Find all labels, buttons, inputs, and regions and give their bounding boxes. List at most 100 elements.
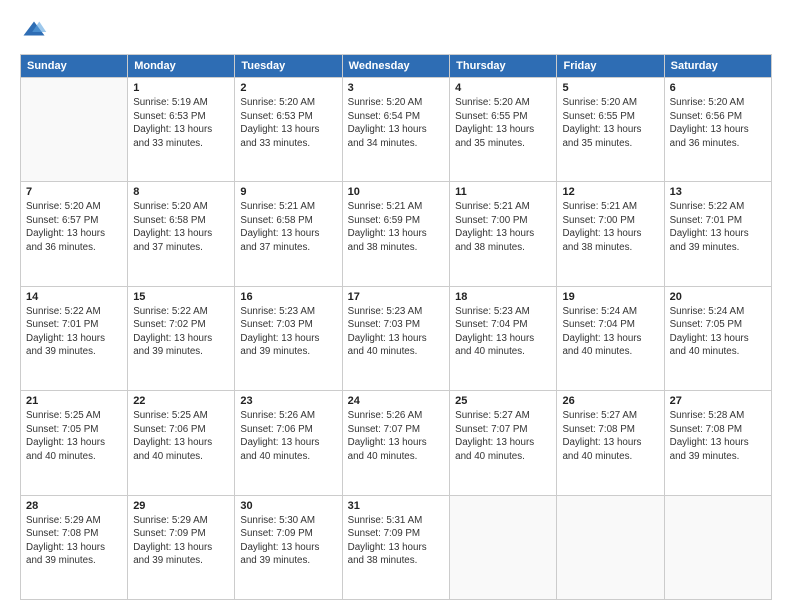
day-number: 14 xyxy=(26,291,122,303)
page: SundayMondayTuesdayWednesdayThursdayFrid… xyxy=(0,0,792,612)
day-info: Sunrise: 5:29 AMSunset: 7:08 PMDaylight:… xyxy=(26,514,122,568)
day-number: 23 xyxy=(240,395,336,407)
day-info: Sunrise: 5:23 AMSunset: 7:03 PMDaylight:… xyxy=(348,305,445,359)
calendar-week-5: 28Sunrise: 5:29 AMSunset: 7:08 PMDayligh… xyxy=(21,495,772,599)
day-number: 9 xyxy=(240,186,336,198)
day-number: 11 xyxy=(455,186,551,198)
day-info: Sunrise: 5:24 AMSunset: 7:04 PMDaylight:… xyxy=(562,305,658,359)
calendar-cell: 19 Sunrise: 5:24 AMSunset: 7:04 PMDayligh… xyxy=(557,286,664,390)
day-number: 4 xyxy=(455,82,551,94)
calendar-cell xyxy=(21,78,128,182)
calendar-cell: 27Sunrise: 5:28 AMSunset: 7:08 PMDayligh… xyxy=(664,391,771,495)
calendar-week-2: 7 Sunrise: 5:20 AMSunset: 6:57 PMDaylight… xyxy=(21,182,772,286)
day-number: 21 xyxy=(26,395,122,407)
calendar-cell: 22 Sunrise: 5:25 AMSunset: 7:06 PMDayligh… xyxy=(128,391,235,495)
day-number: 30 xyxy=(240,500,336,512)
day-number: 12 xyxy=(562,186,658,198)
day-info: Sunrise: 5:20 AMSunset: 6:56 PMDaylight:… xyxy=(670,96,766,150)
calendar-cell: 31 Sunrise: 5:31 AMSunset: 7:09 PMDayligh… xyxy=(342,495,450,599)
calendar-cell: 3 Sunrise: 5:20 AMSunset: 6:54 PMDaylight… xyxy=(342,78,450,182)
calendar-cell: 29 Sunrise: 5:29 AMSunset: 7:09 PMDayligh… xyxy=(128,495,235,599)
day-number: 8 xyxy=(133,186,229,198)
day-info: Sunrise: 5:25 AMSunset: 7:06 PMDaylight:… xyxy=(133,409,229,463)
calendar-cell: 16Sunrise: 5:23 AMSunset: 7:03 PMDayligh… xyxy=(235,286,342,390)
day-info: Sunrise: 5:23 AMSunset: 7:04 PMDaylight:… xyxy=(455,305,551,359)
day-info: Sunrise: 5:20 AMSunset: 6:54 PMDaylight:… xyxy=(348,96,445,150)
weekday-header-thursday: Thursday xyxy=(450,55,557,78)
calendar-cell: 23 Sunrise: 5:26 AMSunset: 7:06 PMDayligh… xyxy=(235,391,342,495)
calendar-cell: 17 Sunrise: 5:23 AMSunset: 7:03 PMDayligh… xyxy=(342,286,450,390)
calendar-cell: 15 Sunrise: 5:22 AMSunset: 7:02 PMDayligh… xyxy=(128,286,235,390)
day-number: 17 xyxy=(348,291,445,303)
calendar-cell: 2 Sunrise: 5:20 AMSunset: 6:53 PMDaylight… xyxy=(235,78,342,182)
calendar-cell: 4 Sunrise: 5:20 AMSunset: 6:55 PMDaylight… xyxy=(450,78,557,182)
day-info: Sunrise: 5:22 AMSunset: 7:02 PMDaylight:… xyxy=(133,305,229,359)
calendar-week-4: 21Sunrise: 5:25 AMSunset: 7:05 PMDayligh… xyxy=(21,391,772,495)
day-info: Sunrise: 5:20 AMSunset: 6:53 PMDaylight:… xyxy=(240,96,336,150)
day-info: Sunrise: 5:23 AMSunset: 7:03 PMDaylight:… xyxy=(240,305,336,359)
calendar-cell: 5 Sunrise: 5:20 AMSunset: 6:55 PMDaylight… xyxy=(557,78,664,182)
calendar-cell: 12 Sunrise: 5:21 AMSunset: 7:00 PMDayligh… xyxy=(557,182,664,286)
weekday-header-row: SundayMondayTuesdayWednesdayThursdayFrid… xyxy=(21,55,772,78)
calendar-cell: 18 Sunrise: 5:23 AMSunset: 7:04 PMDayligh… xyxy=(450,286,557,390)
calendar-cell: 6 Sunrise: 5:20 AMSunset: 6:56 PMDaylight… xyxy=(664,78,771,182)
calendar-cell: 24 Sunrise: 5:26 AMSunset: 7:07 PMDayligh… xyxy=(342,391,450,495)
calendar-cell: 10 Sunrise: 5:21 AMSunset: 6:59 PMDayligh… xyxy=(342,182,450,286)
calendar-cell: 7 Sunrise: 5:20 AMSunset: 6:57 PMDaylight… xyxy=(21,182,128,286)
calendar-cell: 25Sunrise: 5:27 AMSunset: 7:07 PMDayligh… xyxy=(450,391,557,495)
day-number: 31 xyxy=(348,500,445,512)
day-info: Sunrise: 5:20 AMSunset: 6:58 PMDaylight:… xyxy=(133,200,229,254)
logo xyxy=(20,18,52,46)
calendar-week-1: 1Sunrise: 5:19 AMSunset: 6:53 PMDaylight… xyxy=(21,78,772,182)
day-info: Sunrise: 5:24 AMSunset: 7:05 PMDaylight:… xyxy=(670,305,766,359)
day-info: Sunrise: 5:21 AMSunset: 6:59 PMDaylight:… xyxy=(348,200,445,254)
calendar-cell: 11 Sunrise: 5:21 AMSunset: 7:00 PMDayligh… xyxy=(450,182,557,286)
day-number: 18 xyxy=(455,291,551,303)
day-number: 19 xyxy=(562,291,658,303)
day-info: Sunrise: 5:30 AMSunset: 7:09 PMDaylight:… xyxy=(240,514,336,568)
day-number: 1 xyxy=(133,82,229,94)
header xyxy=(20,18,772,46)
calendar-cell: 1Sunrise: 5:19 AMSunset: 6:53 PMDaylight… xyxy=(128,78,235,182)
day-number: 26 xyxy=(562,395,658,407)
day-number: 3 xyxy=(348,82,445,94)
day-number: 10 xyxy=(348,186,445,198)
day-info: Sunrise: 5:21 AMSunset: 7:00 PMDaylight:… xyxy=(562,200,658,254)
weekday-header-wednesday: Wednesday xyxy=(342,55,450,78)
day-number: 22 xyxy=(133,395,229,407)
calendar-cell xyxy=(664,495,771,599)
day-number: 13 xyxy=(670,186,766,198)
calendar-cell: 14Sunrise: 5:22 AMSunset: 7:01 PMDayligh… xyxy=(21,286,128,390)
day-number: 25 xyxy=(455,395,551,407)
calendar-cell: 20Sunrise: 5:24 AMSunset: 7:05 PMDayligh… xyxy=(664,286,771,390)
day-number: 2 xyxy=(240,82,336,94)
day-number: 5 xyxy=(562,82,658,94)
calendar-cell: 9 Sunrise: 5:21 AMSunset: 6:58 PMDaylight… xyxy=(235,182,342,286)
weekday-header-saturday: Saturday xyxy=(664,55,771,78)
calendar-cell: 26 Sunrise: 5:27 AMSunset: 7:08 PMDayligh… xyxy=(557,391,664,495)
day-number: 6 xyxy=(670,82,766,94)
day-info: Sunrise: 5:21 AMSunset: 7:00 PMDaylight:… xyxy=(455,200,551,254)
day-info: Sunrise: 5:20 AMSunset: 6:55 PMDaylight:… xyxy=(562,96,658,150)
day-info: Sunrise: 5:26 AMSunset: 7:06 PMDaylight:… xyxy=(240,409,336,463)
weekday-header-tuesday: Tuesday xyxy=(235,55,342,78)
day-info: Sunrise: 5:29 AMSunset: 7:09 PMDaylight:… xyxy=(133,514,229,568)
day-number: 29 xyxy=(133,500,229,512)
weekday-header-sunday: Sunday xyxy=(21,55,128,78)
day-info: Sunrise: 5:27 AMSunset: 7:08 PMDaylight:… xyxy=(562,409,658,463)
day-info: Sunrise: 5:22 AMSunset: 7:01 PMDaylight:… xyxy=(670,200,766,254)
day-number: 15 xyxy=(133,291,229,303)
day-number: 24 xyxy=(348,395,445,407)
day-info: Sunrise: 5:21 AMSunset: 6:58 PMDaylight:… xyxy=(240,200,336,254)
calendar-cell xyxy=(557,495,664,599)
day-number: 7 xyxy=(26,186,122,198)
weekday-header-monday: Monday xyxy=(128,55,235,78)
day-info: Sunrise: 5:20 AMSunset: 6:55 PMDaylight:… xyxy=(455,96,551,150)
calendar: SundayMondayTuesdayWednesdayThursdayFrid… xyxy=(20,54,772,600)
calendar-cell: 21Sunrise: 5:25 AMSunset: 7:05 PMDayligh… xyxy=(21,391,128,495)
day-info: Sunrise: 5:26 AMSunset: 7:07 PMDaylight:… xyxy=(348,409,445,463)
day-info: Sunrise: 5:31 AMSunset: 7:09 PMDaylight:… xyxy=(348,514,445,568)
day-info: Sunrise: 5:20 AMSunset: 6:57 PMDaylight:… xyxy=(26,200,122,254)
calendar-cell: 30 Sunrise: 5:30 AMSunset: 7:09 PMDayligh… xyxy=(235,495,342,599)
calendar-cell xyxy=(450,495,557,599)
